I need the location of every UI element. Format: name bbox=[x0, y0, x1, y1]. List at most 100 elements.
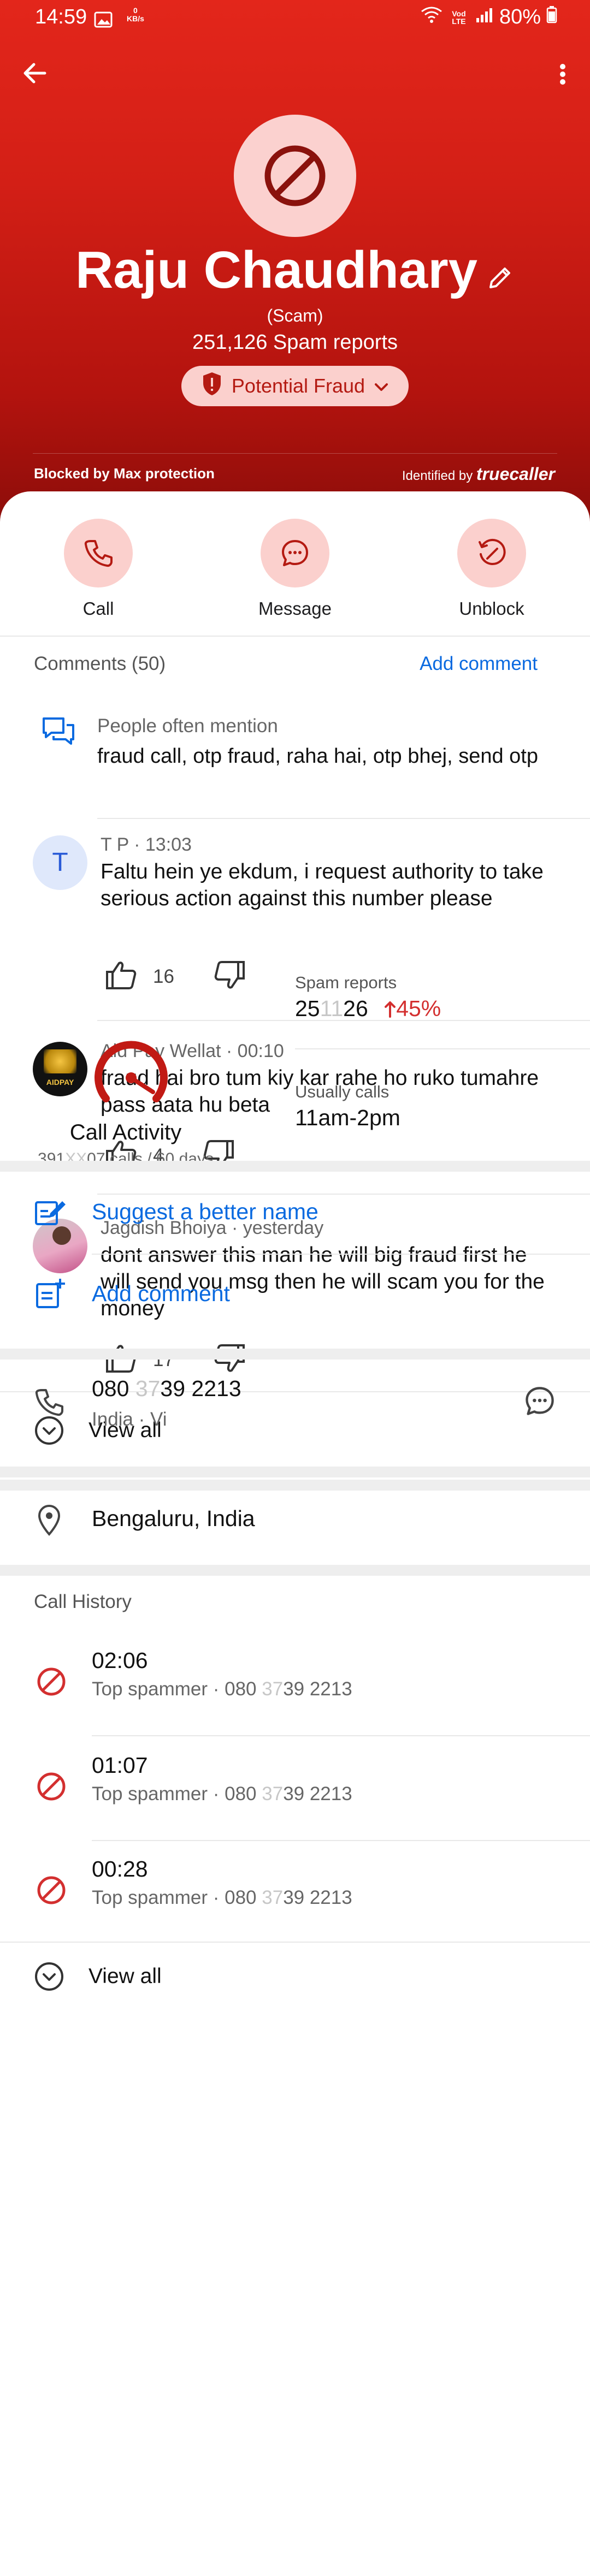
blocked-by-label: Blocked by Max protection bbox=[34, 465, 215, 482]
blocked-call-icon bbox=[36, 1771, 67, 1805]
divider bbox=[92, 1735, 590, 1736]
block-icon bbox=[264, 145, 326, 206]
shield-icon bbox=[201, 371, 223, 401]
divider bbox=[295, 1048, 590, 1049]
section-separator bbox=[0, 1565, 590, 1576]
location-pin-icon bbox=[34, 1504, 64, 1539]
back-arrow-icon[interactable] bbox=[19, 57, 51, 90]
usually-calls-label: Usually calls bbox=[295, 1082, 390, 1101]
divider bbox=[0, 1942, 590, 1943]
history-label: Top spammer · 080 3739 2213 bbox=[92, 1783, 352, 1805]
message-label: Message bbox=[258, 598, 332, 619]
chat-bubbles-icon bbox=[42, 716, 75, 750]
spam-change: 45% bbox=[384, 996, 441, 1021]
details-card: Call Message Unblock Comments (50) Add c… bbox=[0, 491, 590, 2576]
arrow-up-icon bbox=[385, 1001, 396, 1018]
net-speed: 0 KB/s bbox=[127, 6, 144, 23]
spam-reports-value: 251126 45% bbox=[295, 996, 441, 1021]
spam-reports-label: Spam reports bbox=[295, 973, 397, 992]
unblock-button[interactable] bbox=[457, 519, 526, 587]
badge-label: Potential Fraud bbox=[231, 375, 365, 397]
caller-name: Raju Chaudhary bbox=[0, 240, 590, 304]
comments-header: Comments (50) bbox=[34, 653, 166, 674]
call-activity-gauge-icon bbox=[93, 1032, 169, 1117]
gallery-icon bbox=[94, 10, 113, 33]
comment-text: Faltu hein ye ekdum, i request authority… bbox=[101, 860, 544, 910]
usually-calls-value: 11am-2pm bbox=[295, 1105, 400, 1130]
thumbs-down-icon[interactable] bbox=[213, 960, 246, 993]
divider bbox=[0, 636, 590, 637]
call-action[interactable]: Call bbox=[27, 519, 169, 619]
add-note-icon bbox=[34, 1278, 67, 1313]
divider bbox=[97, 818, 590, 819]
divider bbox=[92, 1840, 590, 1841]
unblock-action[interactable]: Unblock bbox=[421, 519, 563, 619]
blocked-call-icon bbox=[36, 1875, 67, 1908]
caller-id-screen: 14:59 0 KB/s Vod LTE 80% Raju Chaudhary … bbox=[0, 0, 590, 2576]
view-all-history[interactable]: View all bbox=[34, 1961, 162, 1992]
divider bbox=[92, 1254, 590, 1255]
battery-icon bbox=[546, 5, 557, 29]
identified-by: Identified by truecaller bbox=[402, 464, 555, 484]
section-separator bbox=[0, 1480, 590, 1491]
spam-report-count: 251,126 Spam reports bbox=[192, 331, 398, 354]
message-action[interactable]: Message bbox=[224, 519, 366, 619]
carrier-tag: Vod LTE bbox=[452, 9, 466, 26]
add-comment-button[interactable]: Add comment bbox=[92, 1281, 230, 1307]
avatar: T bbox=[33, 835, 87, 890]
potential-fraud-badge[interactable]: Potential Fraud bbox=[181, 366, 409, 406]
wifi-icon bbox=[421, 5, 442, 29]
call-label: Call bbox=[82, 598, 114, 619]
avatar-letter: AIDPAY bbox=[46, 1078, 74, 1087]
phone-icon bbox=[84, 540, 113, 567]
message-button[interactable] bbox=[261, 519, 329, 587]
call-button[interactable] bbox=[64, 519, 133, 587]
history-label: Top spammer · 080 3739 2213 bbox=[92, 1678, 352, 1700]
status-bar: 14:59 0 KB/s Vod LTE 80% bbox=[0, 0, 590, 39]
status-time: 14:59 bbox=[35, 5, 87, 28]
suggest-name-button[interactable]: Suggest a better name bbox=[92, 1199, 318, 1225]
avatar-letter: T bbox=[52, 848, 68, 877]
comment-header: T P · 13:03 bbox=[101, 834, 192, 855]
history-time: 00:28 bbox=[92, 1856, 148, 1881]
battery-level: 80% bbox=[499, 5, 541, 28]
blocked-call-icon bbox=[36, 1666, 67, 1700]
call-history-header: Call History bbox=[34, 1591, 132, 1612]
divider bbox=[97, 1194, 590, 1195]
signal-icon bbox=[475, 5, 494, 29]
truecaller-logo: truecaller bbox=[476, 464, 555, 484]
number-region: India · Vi bbox=[92, 1409, 167, 1430]
caller-tag: (Scam) bbox=[267, 306, 323, 325]
status-right: Vod LTE 80% bbox=[421, 5, 557, 29]
hero-header: 14:59 0 KB/s Vod LTE 80% Raju Chaudhary … bbox=[0, 0, 590, 524]
unblock-icon bbox=[479, 538, 506, 565]
history-label: Top spammer · 080 3739 2213 bbox=[92, 1887, 352, 1908]
expand-circle-icon bbox=[35, 1962, 63, 1991]
hero-divider bbox=[33, 453, 557, 454]
add-comment-link[interactable]: Add comment bbox=[420, 653, 538, 675]
blocked-avatar bbox=[234, 115, 356, 237]
chevron-down-icon bbox=[374, 375, 389, 397]
section-separator bbox=[0, 1349, 590, 1360]
edit-pencil-icon[interactable] bbox=[486, 244, 515, 304]
view-all-label: View all bbox=[88, 1964, 162, 1988]
mention-title: People often mention bbox=[97, 715, 278, 737]
phone-icon bbox=[34, 1387, 64, 1420]
sms-icon[interactable] bbox=[523, 1385, 556, 1420]
section-separator bbox=[0, 1467, 590, 1477]
like-count: 16 bbox=[153, 965, 174, 987]
comment-votes: 16 bbox=[105, 960, 246, 993]
avatar: AIDPAY bbox=[33, 1042, 87, 1096]
divider bbox=[0, 1391, 590, 1392]
more-options-icon[interactable] bbox=[557, 58, 568, 91]
thumbs-up-icon[interactable] bbox=[105, 960, 138, 993]
edit-name-icon bbox=[34, 1197, 67, 1230]
call-activity-title: Call Activity bbox=[69, 1120, 182, 1144]
mention-keywords: fraud call, otp fraud, raha hai, otp bhe… bbox=[97, 745, 538, 768]
history-time: 01:07 bbox=[92, 1753, 148, 1778]
avatar-logo bbox=[44, 1049, 76, 1073]
unblock-label: Unblock bbox=[459, 598, 524, 619]
phone-number[interactable]: 080 3739 2213 bbox=[92, 1376, 241, 1402]
location-text[interactable]: Bengaluru, India bbox=[92, 1506, 255, 1532]
history-time: 02:06 bbox=[92, 1648, 148, 1673]
